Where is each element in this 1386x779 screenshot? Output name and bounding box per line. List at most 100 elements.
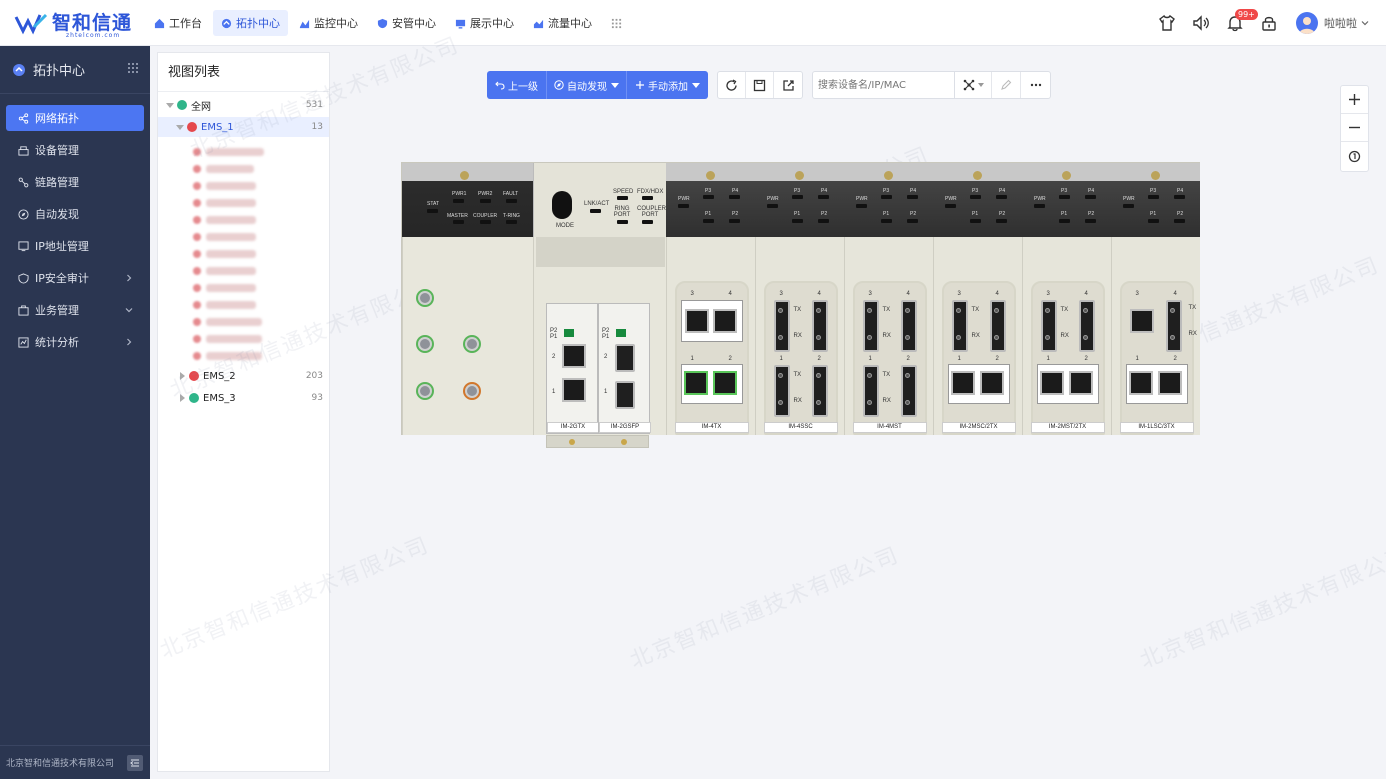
port-label[interactable]: 2 — [996, 356, 999, 362]
led-p3[interactable] — [703, 195, 714, 199]
led-label[interactable]: PWR — [678, 196, 690, 202]
led-label[interactable]: PWR — [1123, 196, 1135, 202]
fiber-port[interactable] — [773, 300, 790, 352]
port-label[interactable]: 4 — [729, 291, 732, 297]
port-label[interactable]: 1 — [780, 356, 783, 362]
port-label[interactable]: TX — [1189, 305, 1197, 311]
sidebar-item-auto-discovery[interactable]: 自动发现 — [6, 201, 144, 227]
port-label[interactable]: TX — [883, 307, 891, 313]
tree-node-all[interactable]: 全网 531 — [158, 95, 329, 115]
sidebar-item-device-management[interactable]: 设备管理 — [6, 137, 144, 163]
led-p4[interactable] — [907, 195, 918, 199]
fiber-hole[interactable] — [815, 335, 821, 340]
port-label[interactable]: TX — [883, 372, 891, 378]
user-menu[interactable]: 啦啦啦 — [1296, 12, 1370, 34]
led-label[interactable]: PWR — [856, 196, 868, 202]
port-label[interactable]: 1 — [691, 356, 694, 362]
terminal-port[interactable] — [418, 337, 432, 351]
module-label[interactable]: IM-4SSC — [763, 422, 838, 433]
led-label[interactable]: PWR — [1034, 196, 1046, 202]
fiber-port[interactable] — [1078, 300, 1095, 352]
grid-icon[interactable] — [128, 63, 138, 73]
led-pwr[interactable] — [678, 204, 689, 208]
io-module-body[interactable]: 3 4 TX RX 1 2 IM-2MST/2TX — [1022, 237, 1111, 435]
port-label[interactable]: 1 — [958, 356, 961, 362]
fiber-port[interactable] — [1040, 300, 1057, 352]
nav-topology[interactable]: 拓扑中心 — [213, 10, 288, 36]
io-module-body[interactable]: 3 4 TX RX 1 2 TX RX IM-4MST — [844, 237, 933, 435]
led-label[interactable]: P2 — [1177, 211, 1183, 217]
manual-add-button[interactable]: 手动添加 — [627, 71, 708, 99]
port-label[interactable]: 3 — [958, 291, 961, 297]
led-pwr[interactable] — [1034, 204, 1045, 208]
fiber-hole[interactable] — [993, 308, 999, 313]
port-label[interactable]: 4 — [1085, 291, 1088, 297]
fiber-hole[interactable] — [777, 400, 783, 405]
led-label[interactable]: P2 — [999, 211, 1005, 217]
io-card-2mst[interactable]: 3 4 TX RX 1 2 IM-2MST/2TX — [1030, 281, 1105, 435]
nav-more-grid[interactable] — [603, 10, 630, 36]
fiber-hole[interactable] — [904, 373, 910, 378]
led-label[interactable]: P4 — [1177, 188, 1183, 194]
port-label[interactable]: 2 — [1085, 356, 1088, 362]
nav-monitor[interactable]: 监控中心 — [291, 10, 366, 36]
led-p1[interactable] — [703, 219, 714, 223]
fiber-hole[interactable] — [1082, 335, 1088, 340]
nav-display[interactable]: 展示中心 — [447, 10, 522, 36]
led-label[interactable]: P3 — [794, 188, 800, 194]
led-label[interactable]: P2 — [1088, 211, 1094, 217]
led-p2[interactable] — [907, 219, 918, 223]
card-im-2gsfp[interactable]: P2 P1 2 1 IM-2GSFP — [598, 303, 651, 434]
led-p3[interactable] — [1059, 195, 1070, 199]
led-pwr[interactable] — [767, 204, 778, 208]
fiber-hole[interactable] — [777, 308, 783, 313]
led-p1[interactable] — [792, 219, 803, 223]
card-face[interactable]: 3 4 TX RX 1 2 TX RX — [858, 291, 921, 419]
tree-node-ems2[interactable]: EMS_2 203 — [158, 366, 329, 386]
terminal-port[interactable] — [418, 291, 432, 305]
led-label[interactable]: P1 — [1061, 211, 1067, 217]
module-label[interactable]: IM-1LSC/3TX — [1119, 422, 1194, 433]
logo[interactable]: 智和信通 zhtelcom.com — [14, 8, 132, 39]
led-pwr[interactable] — [856, 204, 867, 208]
fiber-hole[interactable] — [1044, 308, 1050, 313]
port-label[interactable]: RX — [1061, 333, 1069, 339]
port-label[interactable]: 1 — [1047, 356, 1050, 362]
rj45-port[interactable] — [712, 371, 737, 395]
rj45-port[interactable] — [562, 378, 586, 402]
theme-button[interactable] — [1156, 12, 1178, 34]
led-label[interactable]: P1 — [883, 211, 889, 217]
fiber-hole[interactable] — [866, 308, 872, 313]
port-label[interactable]: TX — [794, 372, 802, 378]
fiber-hole[interactable] — [904, 400, 910, 405]
io-card-4mst[interactable]: 3 4 TX RX 1 2 TX RX IM-4MST — [852, 281, 927, 435]
led-label[interactable]: P2 — [732, 211, 738, 217]
fiber-hole[interactable] — [955, 335, 961, 340]
screw-icon[interactable] — [883, 171, 893, 180]
caret-down-icon[interactable] — [176, 123, 184, 131]
port-label[interactable]: TX — [794, 307, 802, 313]
port-label[interactable]: 2 — [729, 356, 732, 362]
lock-button[interactable] — [1258, 12, 1280, 34]
fiber-port[interactable] — [900, 365, 917, 417]
led-label[interactable]: P1 — [705, 211, 711, 217]
led-p3[interactable] — [1148, 195, 1159, 199]
led-p2[interactable] — [729, 219, 740, 223]
zoom-in-button[interactable] — [1341, 86, 1368, 114]
fiber-port[interactable] — [811, 365, 828, 417]
port-label[interactable]: 4 — [818, 291, 821, 297]
fiber-hole[interactable] — [904, 308, 910, 313]
led-label[interactable]: P4 — [821, 188, 827, 194]
fiber-hole[interactable] — [1044, 335, 1050, 340]
rj45-port[interactable] — [979, 371, 1004, 395]
io-module-body[interactable]: 3 4 TX RX 1 2 IM-1LSC/3TX — [1111, 237, 1200, 435]
rj45-port[interactable] — [1129, 309, 1154, 333]
led-pwr[interactable] — [1123, 204, 1134, 208]
led-p4[interactable] — [818, 195, 829, 199]
fiber-hole[interactable] — [1169, 335, 1175, 340]
card-face[interactable]: 3 4 TX RX 1 2 — [1125, 291, 1197, 419]
led-label[interactable]: P4 — [1088, 188, 1094, 194]
port-label[interactable]: 1 — [869, 356, 872, 362]
io-module-top[interactable]: PWR P3 P4 P1 P2 — [1111, 163, 1200, 237]
led-p4[interactable] — [729, 195, 740, 199]
